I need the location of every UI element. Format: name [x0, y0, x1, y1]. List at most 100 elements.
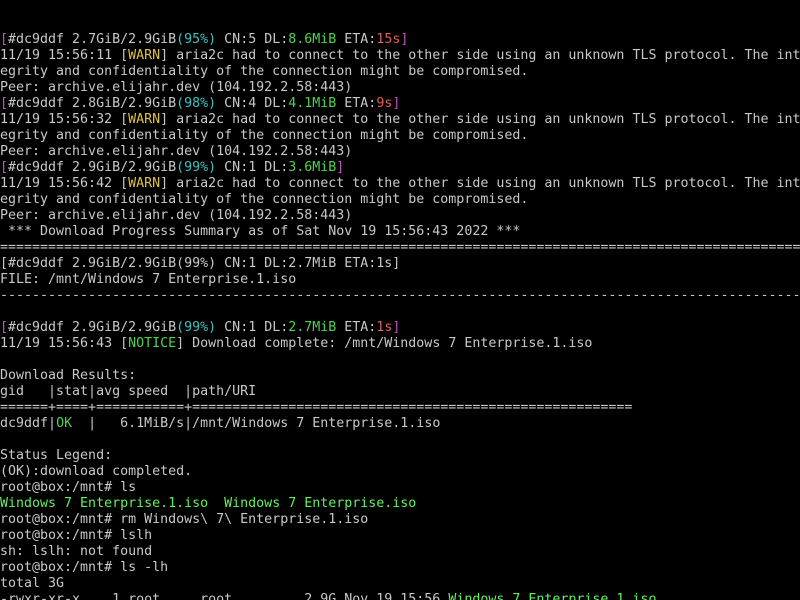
terminal-line: egrity and confidentiality of the connec…	[0, 192, 800, 208]
terminal-text-segment: total 3G	[0, 576, 65, 591]
terminal-text-segment: egrity and confidentiality of the connec…	[0, 192, 529, 207]
terminal-text-segment: 8.6MiB	[288, 32, 337, 47]
terminal-text-segment: ======+====+===========+================…	[0, 400, 633, 415]
terminal-text-segment: (99%)	[176, 320, 217, 335]
terminal-text-segment: CN:1 DL:	[216, 160, 289, 175]
terminal-line: Status Legend:	[0, 448, 800, 464]
terminal-text-segment: root@box:/mnt# ls -lh	[0, 560, 169, 575]
terminal-text-segment: 11/19 15:56:32 [	[0, 112, 129, 127]
terminal-text-segment: (95%)	[176, 32, 217, 47]
terminal-text-segment: ]	[336, 160, 345, 175]
terminal-line: total 3G	[0, 576, 800, 592]
terminal-line: *** Download Progress Summary as of Sat …	[0, 224, 800, 240]
terminal-text-segment: ETA:	[336, 32, 377, 47]
terminal-text-segment: Download Results:	[0, 368, 137, 383]
terminal-text-segment: (99%)	[176, 160, 217, 175]
terminal-line: dc9ddf|OK | 6.1MiB/s|/mnt/Windows 7 Ente…	[0, 416, 800, 432]
terminal-text-segment: *** Download Progress Summary as of Sat …	[0, 224, 521, 239]
terminal-line: [#dc9ddf 2.8GiB/2.9GiB(98%) CN:4 DL:4.1M…	[0, 96, 800, 112]
terminal-line: 11/19 15:56:11 [WARN] aria2c had to conn…	[0, 48, 800, 64]
terminal-text-segment: #dc9ddf 2.9GiB/2.9GiB	[8, 320, 177, 335]
terminal-text-segment: ]	[392, 96, 401, 111]
terminal-text-segment: Peer: archive.elijahr.dev (104.192.2.58:…	[0, 208, 353, 223]
terminal-line: [#dc9ddf 2.9GiB/2.9GiB(99%) CN:1 DL:2.7M…	[0, 320, 800, 336]
terminal-text-segment: | 6.1MiB/s|/mnt/Windows 7 Enterprise.1.i…	[72, 416, 441, 431]
terminal-line: [#dc9ddf 2.9GiB/2.9GiB(99%) CN:1 DL:2.7M…	[0, 256, 800, 272]
terminal-line: (OK):download completed.	[0, 464, 800, 480]
terminal-line: FILE: /mnt/Windows 7 Enterprise.1.iso	[0, 272, 800, 288]
terminal-text-segment: ]	[392, 320, 401, 335]
terminal-text-segment: WARN	[128, 48, 161, 63]
terminal-line: 11/19 15:56:32 [WARN] aria2c had to conn…	[0, 112, 800, 128]
terminal-text-segment: CN:1 DL:	[216, 320, 289, 335]
terminal-text-segment: root@box:/mnt# ls	[0, 480, 137, 495]
terminal-window[interactable]: [#dc9ddf 2.7GiB/2.9GiB(95%) CN:5 DL:8.6M…	[0, 0, 800, 600]
terminal-text-segment: Peer: archive.elijahr.dev (104.192.2.58:…	[0, 80, 353, 95]
terminal-text-segment: Windows 7 Enterprise.1.iso	[0, 496, 209, 511]
terminal-text-segment: dc9ddf	[0, 416, 49, 431]
terminal-line: Windows 7 Enterprise.1.iso Windows 7 Ent…	[0, 496, 800, 512]
terminal-line: -rwxr-xr-x 1 root root 2.9G Nov 19 15:56…	[0, 592, 800, 600]
terminal-text-segment: ETA:	[336, 96, 377, 111]
terminal-text-segment: [	[0, 320, 9, 335]
terminal-text-segment: NOTICE	[128, 336, 177, 351]
terminal-text-segment: [	[0, 32, 9, 47]
terminal-text-segment: egrity and confidentiality of the connec…	[0, 64, 529, 79]
terminal-line: [#dc9ddf 2.7GiB/2.9GiB(95%) CN:5 DL:8.6M…	[0, 32, 800, 48]
terminal-text-segment: FILE: /mnt/Windows 7 Enterprise.1.iso	[0, 272, 297, 287]
terminal-line: ========================================…	[0, 240, 800, 256]
terminal-text-segment: 4.1MiB	[288, 96, 337, 111]
terminal-line: root@box:/mnt# lslh	[0, 528, 800, 544]
terminal-text-segment: OK	[56, 416, 73, 431]
terminal-text-segment: 9s	[376, 96, 393, 111]
terminal-text-segment: [	[0, 160, 9, 175]
terminal-text-segment: 15s	[376, 32, 401, 47]
terminal-text-segment: root@box:/mnt# rm Windows\ 7\ Enterprise…	[0, 512, 369, 527]
terminal-text-segment: WARN	[128, 176, 161, 191]
terminal-line: root@box:/mnt# rm Windows\ 7\ Enterprise…	[0, 512, 800, 528]
terminal-line: Peer: archive.elijahr.dev (104.192.2.58:…	[0, 208, 800, 224]
terminal-text-segment: ETA:	[336, 320, 377, 335]
terminal-line: 11/19 15:56:42 [WARN] aria2c had to conn…	[0, 176, 800, 192]
terminal-line: sh: lslh: not found	[0, 544, 800, 560]
terminal-text-segment: (OK):download completed.	[0, 464, 193, 479]
terminal-text-segment: 11/19 15:56:43 [	[0, 336, 129, 351]
terminal-text-segment: 11/19 15:56:42 [	[0, 176, 129, 191]
terminal-text-segment: ========================================…	[0, 240, 800, 255]
terminal-text-segment: WARN	[128, 112, 161, 127]
terminal-text-segment: Status Legend:	[0, 448, 113, 463]
terminal-text-segment: ] aria2c had to connect to the other sid…	[160, 176, 800, 191]
terminal-text-segment: ] Download complete: /mnt/Windows 7 Ente…	[176, 336, 593, 351]
terminal-text-segment: #dc9ddf 2.9GiB/2.9GiB	[8, 160, 177, 175]
terminal-line: Download Results:	[0, 368, 800, 384]
terminal-text-segment: -rwxr-xr-x 1 root root 2.9G Nov 19 15:56	[0, 592, 449, 600]
terminal-line: Peer: archive.elijahr.dev (104.192.2.58:…	[0, 80, 800, 96]
terminal-text-segment: 3.6MiB	[288, 160, 337, 175]
terminal-text-segment: CN:5 DL:	[216, 32, 289, 47]
terminal-output: [#dc9ddf 2.7GiB/2.9GiB(95%) CN:5 DL:8.6M…	[0, 32, 800, 600]
terminal-text-segment: gid |stat|avg speed |path/URI	[0, 384, 257, 399]
terminal-text-segment: #dc9ddf 2.7GiB/2.9GiB	[8, 32, 177, 47]
terminal-line: gid |stat|avg speed |path/URI	[0, 384, 800, 400]
terminal-line: Peer: archive.elijahr.dev (104.192.2.58:…	[0, 144, 800, 160]
terminal-text-segment: 11/19 15:56:11 [	[0, 48, 129, 63]
terminal-text-segment: egrity and confidentiality of the connec…	[0, 128, 529, 143]
terminal-text-segment: sh: lslh: not found	[0, 544, 153, 559]
terminal-text-segment: 1s	[376, 320, 393, 335]
terminal-text-segment: Peer: archive.elijahr.dev (104.192.2.58:…	[0, 144, 353, 159]
terminal-line: ----------------------------------------…	[0, 288, 800, 304]
terminal-text-segment: ]	[400, 32, 409, 47]
terminal-line: [#dc9ddf 2.9GiB/2.9GiB(99%) CN:1 DL:3.6M…	[0, 160, 800, 176]
terminal-line: egrity and confidentiality of the connec…	[0, 64, 800, 80]
terminal-line: egrity and confidentiality of the connec…	[0, 128, 800, 144]
terminal-text-segment: ] aria2c had to connect to the other sid…	[160, 48, 800, 63]
terminal-line: ======+====+===========+================…	[0, 400, 800, 416]
terminal-line: root@box:/mnt# ls -lh	[0, 560, 800, 576]
terminal-text-segment: #dc9ddf 2.8GiB/2.9GiB	[8, 96, 177, 111]
terminal-text-segment: [#dc9ddf 2.9GiB/2.9GiB(99%) CN:1 DL:2.7M…	[0, 256, 401, 271]
terminal-text-segment: [	[0, 96, 9, 111]
